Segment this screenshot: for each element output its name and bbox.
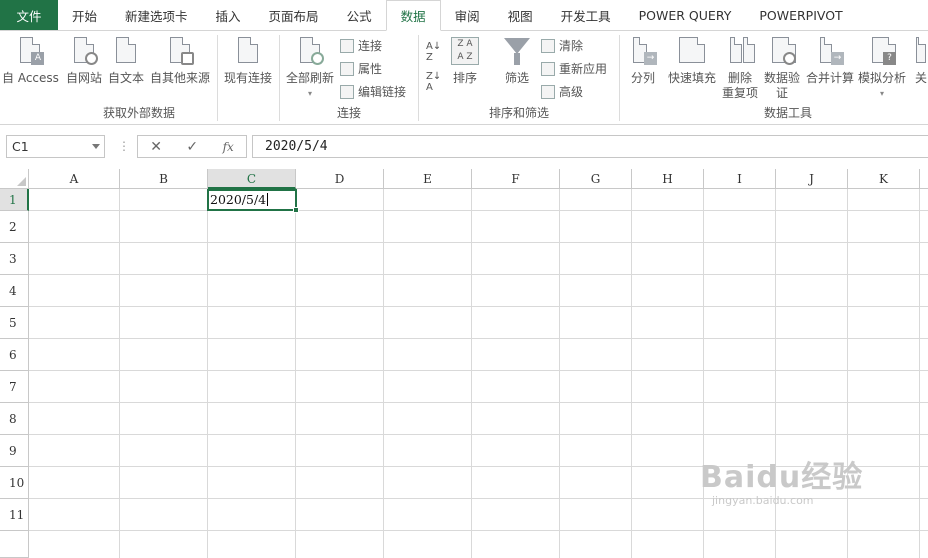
grid-line <box>29 242 928 243</box>
insert-function-icon[interactable]: fx <box>223 140 234 154</box>
tab-page-layout[interactable]: 页面布局 <box>255 0 333 30</box>
grid-line <box>29 434 928 435</box>
column-header[interactable]: D <box>296 169 384 189</box>
column-header[interactable]: F <box>472 169 560 189</box>
fill-handle[interactable] <box>293 207 299 213</box>
column-header[interactable]: E <box>384 169 472 189</box>
tab-home[interactable]: 开始 <box>58 0 111 30</box>
grid-line <box>29 530 928 531</box>
grid-line <box>29 274 928 275</box>
row-header[interactable]: 9 <box>0 435 29 467</box>
column-header[interactable]: J <box>776 169 848 189</box>
grid-line <box>29 402 928 403</box>
tab-view[interactable]: 视图 <box>494 0 547 30</box>
column-header[interactable]: A <box>29 169 120 189</box>
ribbon: A 自 Access 自网站 自文本 自其他来源 现有连接 获取外部数据 全部刷… <box>0 31 928 125</box>
column-header[interactable]: H <box>632 169 704 189</box>
group-label-external: 获取外部数据 <box>102 106 175 120</box>
row-header[interactable]: 8 <box>0 403 29 435</box>
column-header[interactable] <box>920 169 928 189</box>
column-header[interactable]: G <box>560 169 632 189</box>
group-get-external-data: 获取外部数据 <box>0 31 278 125</box>
tab-formulas[interactable]: 公式 <box>333 0 386 30</box>
cancel-icon[interactable]: ✕ <box>150 139 162 155</box>
chevron-down-icon[interactable] <box>92 144 100 149</box>
grid-line <box>29 338 928 339</box>
tab-developer[interactable]: 开发工具 <box>547 0 625 30</box>
column-header-selected[interactable]: C <box>208 169 296 189</box>
row-header[interactable]: 7 <box>0 371 29 403</box>
group-sort-filter: 排序和筛选 <box>419 31 619 125</box>
row-header[interactable] <box>0 531 29 558</box>
column-header[interactable]: K <box>848 169 920 189</box>
grid-line <box>29 210 928 211</box>
formula-bar-splitter[interactable]: ⋮ <box>118 139 130 153</box>
tab-new-tab[interactable]: 新建选项卡 <box>111 0 202 30</box>
grid-line <box>383 189 384 558</box>
row-header[interactable]: 5 <box>0 307 29 339</box>
column-header[interactable]: I <box>704 169 776 189</box>
row-header[interactable]: 2 <box>0 211 29 243</box>
tab-powerpivot[interactable]: POWERPIVOT <box>745 0 856 30</box>
cell-value: 2020/5/4 <box>210 192 267 207</box>
formula-input[interactable]: 2020/5/4 <box>252 135 928 158</box>
grid-line <box>919 189 920 558</box>
grid-line <box>559 189 560 558</box>
row-header[interactable]: 10 <box>0 467 29 499</box>
group-data-tools: 数据工具 <box>620 31 928 125</box>
enter-icon[interactable]: ✓ <box>186 139 198 155</box>
row-header[interactable]: 3 <box>0 243 29 275</box>
grid-line <box>119 189 120 558</box>
grid-line <box>471 189 472 558</box>
grid-line <box>631 189 632 558</box>
grid-line <box>295 189 296 558</box>
column-header[interactable]: B <box>120 169 208 189</box>
row-header[interactable]: 4 <box>0 275 29 307</box>
tab-insert[interactable]: 插入 <box>202 0 255 30</box>
group-connections: 连接 <box>280 31 418 125</box>
row-header[interactable]: 11 <box>0 499 29 531</box>
grid-line <box>207 189 208 558</box>
tab-data[interactable]: 数据 <box>385 0 441 31</box>
grid-line <box>29 306 928 307</box>
group-label-data-tools: 数据工具 <box>763 106 812 120</box>
tab-file[interactable]: 文件 <box>0 0 58 30</box>
name-box[interactable]: C1 <box>6 135 105 158</box>
grid-line <box>29 370 928 371</box>
tab-review[interactable]: 审阅 <box>441 0 494 30</box>
text-caret <box>267 193 269 206</box>
active-cell-c1[interactable]: 2020/5/4 <box>207 189 299 213</box>
select-all-corner[interactable] <box>0 169 29 189</box>
formula-buttons: ✕ ✓ fx <box>137 135 247 158</box>
group-label-connections: 连接 <box>336 106 361 120</box>
formula-bar: C1 ⋮ ✕ ✓ fx 2020/5/4 <box>0 132 928 162</box>
baidu-watermark-logo: Baidu经验 jingyan.baidu.com <box>700 452 863 507</box>
group-label-sort-filter: 排序和筛选 <box>488 106 549 120</box>
row-header[interactable]: 6 <box>0 339 29 371</box>
ribbon-tab-bar: 文件 开始 新建选项卡 插入 页面布局 公式 数据 审阅 视图 开发工具 POW… <box>0 0 928 31</box>
row-header-selected[interactable]: 1 <box>0 189 29 211</box>
tab-power-query[interactable]: POWER QUERY <box>625 0 746 30</box>
watermark-brand: Baidu经验 <box>700 460 864 495</box>
